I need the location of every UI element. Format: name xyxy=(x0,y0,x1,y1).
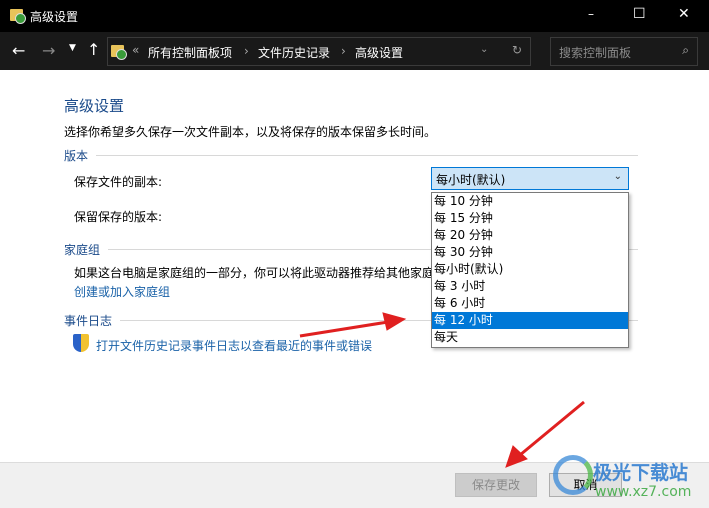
arrow-head xyxy=(382,312,407,331)
watermark-name: 极光下载站 xyxy=(593,462,689,484)
watermark-logo xyxy=(553,455,593,495)
red-arrow xyxy=(519,400,585,457)
arrow-head xyxy=(505,445,528,468)
watermark-url: www.xz7.com xyxy=(595,484,692,500)
red-arrow xyxy=(299,320,389,338)
annotation-arrows xyxy=(299,312,585,468)
